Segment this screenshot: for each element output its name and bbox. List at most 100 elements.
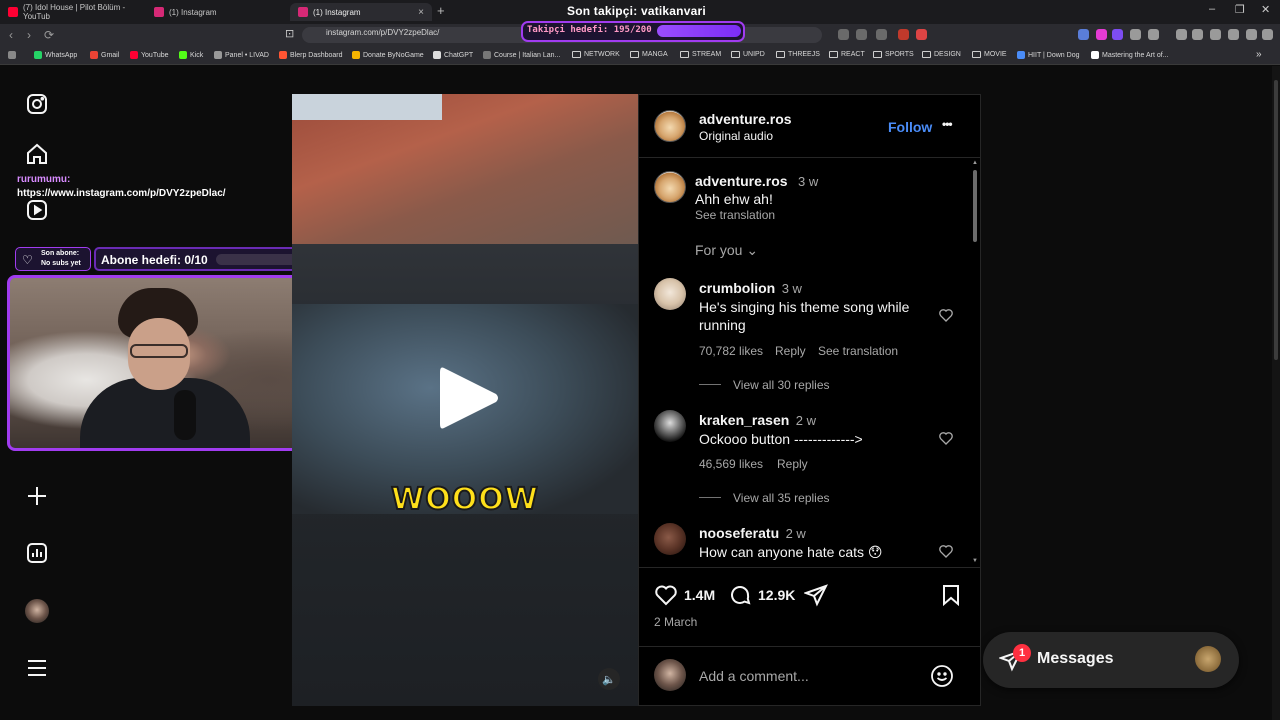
apps-icon[interactable]: [8, 51, 16, 59]
bookmark-item[interactable]: YouTube: [130, 51, 169, 59]
bookmark-folder[interactable]: DESIGN: [922, 51, 961, 58]
author-username[interactable]: adventure.ros: [699, 111, 792, 127]
bookmark-item[interactable]: Mastering the Art of...: [1091, 51, 1169, 59]
like-comment-icon[interactable]: [938, 307, 954, 323]
tab-instagram-active[interactable]: (1) Instagram ×: [290, 3, 432, 21]
bookmark-folder[interactable]: MANGA: [630, 51, 668, 58]
bookmarks-overflow[interactable]: »: [1256, 49, 1262, 60]
page-scrollbar[interactable]: [1272, 66, 1280, 720]
forward-icon[interactable]: ›: [27, 28, 31, 42]
back-icon[interactable]: ‹: [9, 28, 13, 42]
vpn-icon[interactable]: [1246, 29, 1257, 40]
play-icon[interactable]: [438, 364, 500, 432]
bookmark-item[interactable]: Kick: [179, 51, 203, 59]
instagram-logo-icon[interactable]: [25, 92, 49, 116]
like-comment-icon[interactable]: [938, 430, 954, 446]
extension-icon[interactable]: [1078, 29, 1089, 40]
shield-icon[interactable]: [898, 29, 909, 40]
reload-icon[interactable]: ⟳: [44, 28, 54, 42]
close-tab-icon[interactable]: ×: [418, 7, 424, 18]
home-icon[interactable]: [25, 142, 49, 166]
commenter-avatar[interactable]: [654, 410, 686, 442]
bookmark-folder[interactable]: REACT: [829, 51, 865, 58]
extension-icon[interactable]: [1112, 29, 1123, 40]
bookmark-folder[interactable]: SPORTS: [873, 51, 914, 58]
reels-icon[interactable]: [25, 198, 49, 222]
comment-likes[interactable]: 46,569 likes: [699, 457, 763, 471]
bookmark-item[interactable]: WhatsApp: [34, 51, 77, 59]
bookmark-item[interactable]: Donate ByNoGame: [352, 51, 424, 59]
comment-username[interactable]: crumbolion: [699, 280, 775, 296]
new-tab-button[interactable]: +: [437, 3, 445, 18]
install-icon[interactable]: [838, 29, 849, 40]
author-avatar[interactable]: [654, 110, 686, 142]
caption-avatar[interactable]: [654, 171, 686, 203]
bookmark-item[interactable]: Course | Italian Lan...: [483, 51, 560, 59]
see-translation-link[interactable]: See translation: [695, 208, 775, 222]
like-icon[interactable]: [654, 583, 678, 607]
ai-icon[interactable]: [1228, 29, 1239, 40]
bookmark-folder[interactable]: UNIPD: [731, 51, 765, 58]
view-replies-button[interactable]: View all 35 replies: [733, 491, 830, 505]
more-menu-icon[interactable]: [25, 656, 49, 680]
zoom-icon[interactable]: [856, 29, 867, 40]
add-comment-input[interactable]: Add a comment...: [699, 668, 809, 684]
bookmark-folder[interactable]: STREAM: [680, 51, 721, 58]
likes-count[interactable]: 1.4M: [684, 587, 715, 603]
comment-text: He's singing his theme song while: [699, 299, 910, 315]
bookmark-item[interactable]: Blerp Dashboard: [279, 51, 343, 59]
like-comment-icon[interactable]: [938, 543, 954, 559]
profile-avatar[interactable]: [25, 599, 49, 623]
menu-icon[interactable]: [1262, 29, 1273, 40]
emoji-icon[interactable]: [930, 664, 954, 688]
bookmark-item[interactable]: Gmail: [90, 51, 119, 59]
comments-count[interactable]: 12.9K: [758, 587, 795, 603]
extension-icon[interactable]: [1148, 29, 1159, 40]
commenter-avatar[interactable]: [654, 523, 686, 555]
share-icon[interactable]: [876, 29, 887, 40]
bookmark-folder[interactable]: NETWORK: [572, 51, 620, 58]
share-icon[interactable]: [804, 583, 828, 607]
tab-instagram-1[interactable]: (1) Instagram: [146, 3, 288, 21]
bookmark-item[interactable]: HIIT | Down Dog: [1017, 51, 1080, 59]
music-icon[interactable]: [1176, 29, 1187, 40]
mute-toggle-icon[interactable]: 🔈: [598, 668, 620, 690]
comment-sort-dropdown[interactable]: For you ⌄: [695, 242, 758, 259]
tab-youtube[interactable]: (7) Idol House | Pilot Bölüm - YouTub: [0, 3, 145, 21]
dashboard-icon[interactable]: [25, 541, 49, 565]
address-url[interactable]: instagram.com/p/DVY2zpeDlac/: [326, 28, 439, 37]
extension-icon[interactable]: [1096, 29, 1107, 40]
comment-text: Ockooo button ------------->: [699, 431, 863, 447]
extension-icon[interactable]: [1130, 29, 1141, 40]
minimize-button[interactable]: –: [1209, 3, 1215, 15]
follow-button[interactable]: Follow: [888, 119, 932, 135]
bookmark-item[interactable]: ChatGPT: [433, 51, 473, 59]
audio-label[interactable]: Original audio: [699, 129, 773, 143]
rewards-icon[interactable]: [916, 29, 927, 40]
caption-username[interactable]: adventure.ros: [695, 173, 788, 189]
comment-username[interactable]: kraken_rasen: [699, 412, 789, 428]
messages-button[interactable]: 1 Messages: [983, 632, 1239, 688]
see-translation-link[interactable]: See translation: [818, 344, 898, 358]
bookmark-item[interactable]: Panel • LIVAD: [214, 51, 269, 59]
commenter-avatar[interactable]: [654, 278, 686, 310]
maximize-button[interactable]: ❐: [1235, 3, 1245, 16]
bookmark-folder[interactable]: MOVIE: [972, 51, 1007, 58]
close-window-button[interactable]: ✕: [1261, 3, 1270, 16]
scroll-up-icon[interactable]: ▲: [972, 160, 978, 166]
scroll-down-icon[interactable]: ▼: [972, 558, 978, 564]
reply-button[interactable]: Reply: [777, 457, 808, 471]
create-icon[interactable]: [25, 484, 49, 508]
comment-likes[interactable]: 70,782 likes: [699, 344, 763, 358]
bookmark-page-icon[interactable]: ⊡: [285, 27, 294, 40]
reply-button[interactable]: Reply: [775, 344, 806, 358]
comments-scrollbar[interactable]: [973, 170, 977, 242]
save-icon[interactable]: [939, 583, 963, 607]
view-replies-button[interactable]: View all 30 replies: [733, 378, 830, 392]
more-options-icon[interactable]: •••: [942, 117, 953, 131]
bookmark-folder[interactable]: THREEJS: [776, 51, 820, 58]
comment-icon[interactable]: [728, 583, 752, 607]
comment-username[interactable]: nooseferatu: [699, 525, 779, 541]
sidebar-icon[interactable]: [1192, 29, 1203, 40]
wallet-icon[interactable]: [1210, 29, 1221, 40]
